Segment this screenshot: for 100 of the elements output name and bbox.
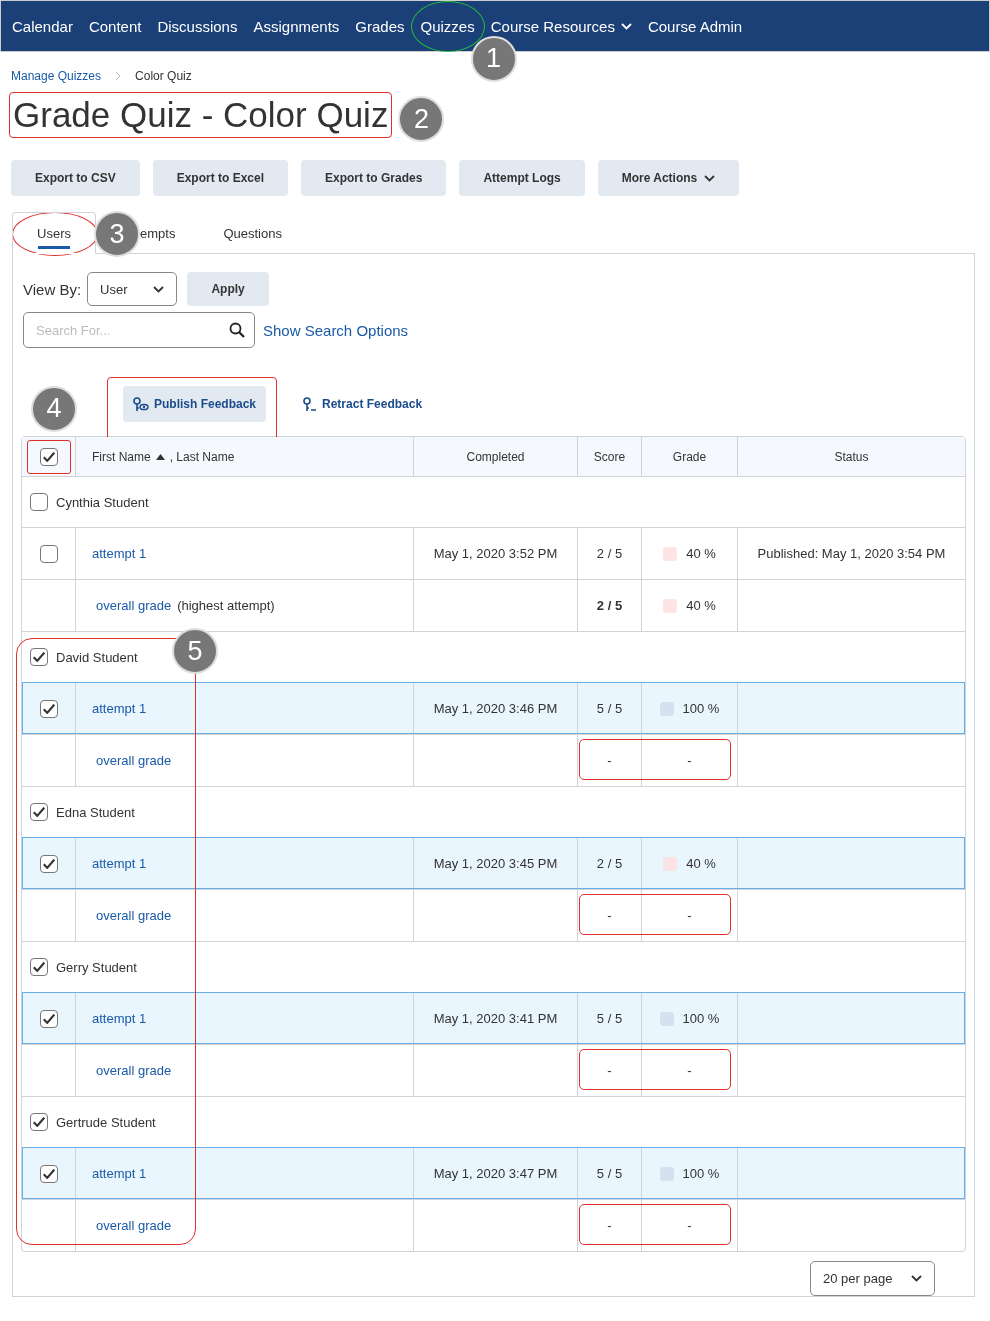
overall-grade-link[interactable]: overall grade bbox=[96, 908, 172, 923]
score-value: - bbox=[607, 753, 612, 768]
retract-icon bbox=[303, 396, 318, 412]
checkbox[interactable] bbox=[30, 493, 48, 511]
action-button[interactable]: More Actions bbox=[597, 160, 740, 196]
callout-number: 1 bbox=[470, 35, 517, 82]
grade-value: 40 % bbox=[686, 546, 716, 561]
checkmark-icon bbox=[42, 703, 55, 714]
nav-link[interactable]: Quizzes bbox=[412, 17, 483, 35]
breadcrumb-current: Color Quiz bbox=[135, 69, 192, 83]
view-by-dropdown[interactable]: User bbox=[87, 272, 178, 306]
action-button[interactable]: Attempt Logs bbox=[459, 160, 585, 196]
checkbox[interactable] bbox=[39, 699, 58, 718]
completed-date: May 1, 2020 3:46 PM bbox=[433, 701, 558, 716]
student-name: David Student bbox=[56, 649, 138, 665]
chevron-down-icon bbox=[620, 22, 632, 30]
checkbox[interactable] bbox=[30, 648, 48, 666]
callout-number: 3 bbox=[94, 211, 140, 257]
overall-grade-link[interactable]: overall grade bbox=[96, 753, 172, 768]
column-header: Completed bbox=[466, 449, 525, 464]
attempt-link[interactable]: attempt 1 bbox=[92, 1166, 147, 1181]
completed-date: May 1, 2020 3:47 PM bbox=[433, 1166, 558, 1181]
apply-button[interactable]: Apply bbox=[187, 272, 270, 306]
attempt-link[interactable]: attempt 1 bbox=[92, 546, 147, 561]
grade-value: - bbox=[687, 1063, 692, 1078]
grade-value: 100 % bbox=[682, 1011, 720, 1026]
checkbox[interactable] bbox=[30, 1113, 48, 1131]
student-name: Gerry Student bbox=[56, 959, 137, 975]
grade-value: 40 % bbox=[686, 598, 716, 613]
checkbox[interactable] bbox=[39, 1164, 58, 1183]
page-title: Grade Quiz - Color Quiz bbox=[9, 92, 393, 138]
nav-link[interactable]: Grades bbox=[347, 17, 413, 35]
checkmark-icon bbox=[33, 807, 45, 817]
score-value: - bbox=[607, 1218, 612, 1233]
nav-link[interactable]: Discussions bbox=[149, 17, 246, 35]
column-header: Status bbox=[834, 449, 869, 464]
score-value: - bbox=[607, 1063, 612, 1078]
action-button[interactable]: Export to Grades bbox=[301, 160, 447, 196]
overall-grade-link[interactable]: overall grade bbox=[96, 598, 172, 613]
checkbox[interactable] bbox=[39, 447, 58, 466]
grade-value: - bbox=[687, 1218, 692, 1233]
attempt-link[interactable]: attempt 1 bbox=[92, 856, 147, 871]
attempt-link[interactable]: attempt 1 bbox=[92, 701, 147, 716]
chevron-down-icon bbox=[704, 174, 716, 182]
checkmark-icon bbox=[42, 1168, 55, 1179]
score-value: - bbox=[607, 908, 612, 923]
checkmark-icon bbox=[33, 652, 45, 662]
search-icon bbox=[229, 322, 245, 338]
checkbox[interactable] bbox=[30, 958, 48, 976]
action-button[interactable]: Export to Excel bbox=[152, 160, 289, 196]
view-by-label: View By: bbox=[23, 280, 82, 298]
score-value: 5 / 5 bbox=[596, 1011, 623, 1026]
tab[interactable]: empts bbox=[140, 212, 200, 254]
feedback-button[interactable]: Retract Feedback bbox=[293, 386, 433, 422]
overall-grade-note: (highest attempt) bbox=[177, 598, 275, 613]
student-name: Edna Student bbox=[56, 804, 135, 820]
tab[interactable]: Questions bbox=[199, 212, 306, 254]
checkmark-icon bbox=[42, 1013, 55, 1024]
feedback-button[interactable]: Publish Feedback bbox=[123, 386, 267, 422]
search-field[interactable]: Search For... bbox=[23, 312, 255, 348]
checkbox[interactable] bbox=[39, 854, 58, 873]
score-value: 2 / 5 bbox=[596, 856, 623, 871]
chevron-down-icon bbox=[911, 1275, 922, 1282]
grade-value: 40 % bbox=[686, 856, 716, 871]
attempt-link[interactable]: attempt 1 bbox=[92, 1011, 147, 1026]
score-value: 2 / 5 bbox=[596, 546, 623, 561]
callout-number: 2 bbox=[398, 96, 445, 142]
nav-link[interactable]: Calendar bbox=[4, 17, 81, 35]
per-page-dropdown[interactable]: 20 per page bbox=[810, 1261, 935, 1296]
checkmark-icon bbox=[42, 858, 55, 869]
breadcrumb-link[interactable]: Manage Quizzes bbox=[11, 69, 102, 83]
callout-number: 4 bbox=[31, 385, 77, 432]
nav-link[interactable]: Course Resources bbox=[482, 17, 640, 35]
checkmark-icon bbox=[33, 962, 45, 972]
nav-link[interactable]: Assignments bbox=[245, 17, 348, 35]
nav-link[interactable]: Course Admin bbox=[639, 17, 751, 35]
completed-date: May 1, 2020 3:52 PM bbox=[433, 546, 558, 561]
nav-link[interactable]: Content bbox=[80, 17, 150, 35]
checkmark-icon bbox=[42, 451, 55, 462]
overall-grade-link[interactable]: overall grade bbox=[96, 1218, 172, 1233]
grade-value: - bbox=[687, 908, 692, 923]
checkbox[interactable] bbox=[39, 544, 58, 563]
checkbox[interactable] bbox=[30, 803, 48, 821]
publish-icon bbox=[133, 396, 149, 412]
column-header[interactable]: First Name bbox=[92, 449, 151, 464]
grade-value: 100 % bbox=[682, 1166, 720, 1181]
show-search-options-link[interactable]: Show Search Options bbox=[263, 321, 409, 339]
overall-grade-link[interactable]: overall grade bbox=[96, 1063, 172, 1078]
student-name: Cynthia Student bbox=[56, 494, 149, 510]
column-header: Grade bbox=[672, 449, 707, 464]
tab[interactable]: Users bbox=[12, 212, 96, 254]
action-button[interactable]: Export to CSV bbox=[11, 160, 140, 196]
chevron-down-icon bbox=[153, 285, 165, 293]
checkmark-icon bbox=[33, 1117, 45, 1127]
grade-value: 100 % bbox=[682, 701, 720, 716]
grade-value: - bbox=[687, 753, 692, 768]
column-header[interactable]: , Last Name bbox=[169, 449, 235, 464]
checkbox[interactable] bbox=[39, 1009, 58, 1028]
student-name: Gertrude Student bbox=[56, 1114, 156, 1130]
column-header: Score bbox=[593, 449, 626, 464]
